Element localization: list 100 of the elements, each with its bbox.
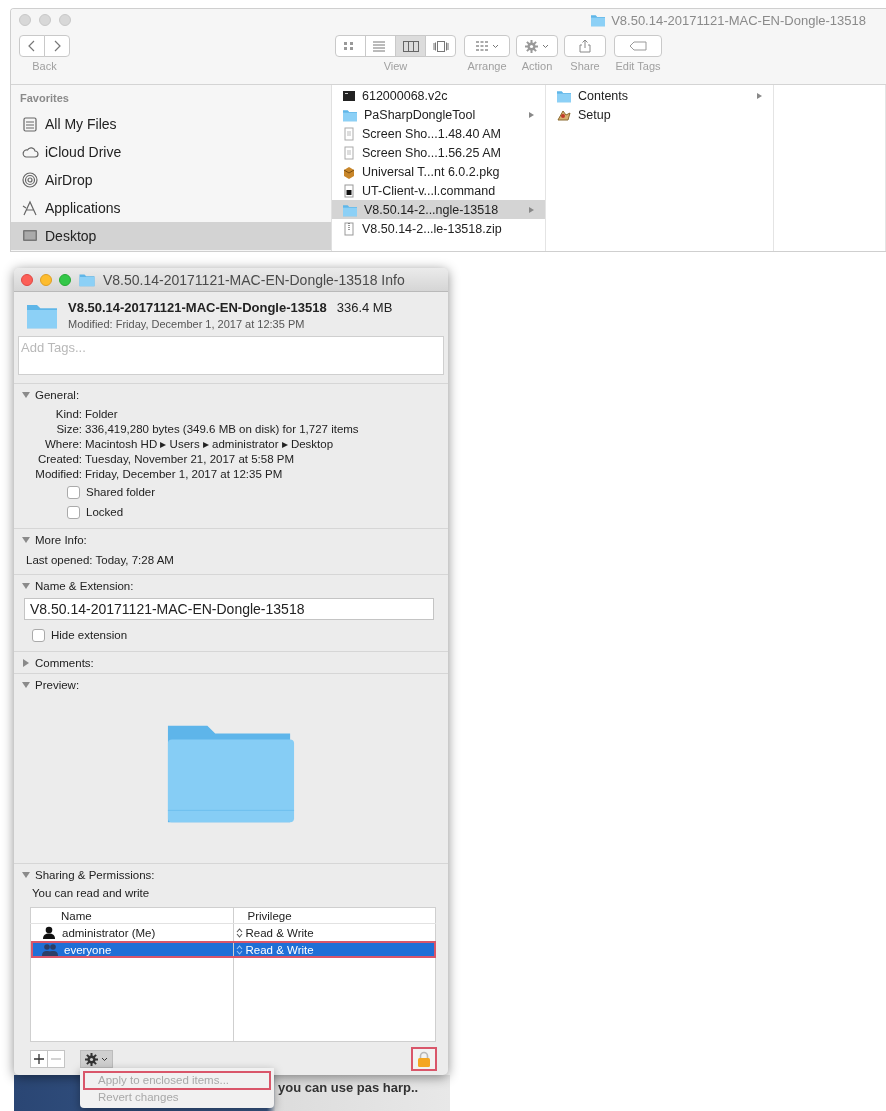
checkbox[interactable] — [32, 628, 45, 642]
permission-row[interactable]: administrator (Me) Read & Write — [30, 923, 436, 941]
file-row[interactable]: UT-Client-v...l.command — [332, 181, 545, 200]
grid-icon — [475, 41, 488, 51]
file-row[interactable]: 612000068.v2c — [332, 86, 545, 105]
share-icon — [579, 39, 591, 53]
folder-icon — [78, 272, 96, 287]
file-row[interactable]: V8.50.14-2...le-13518.zip — [332, 219, 545, 238]
file-row[interactable]: V8.50.14-2...ngle-13518 — [332, 200, 545, 219]
tags-field[interactable]: Add Tags... — [18, 336, 444, 375]
forward-button[interactable] — [44, 35, 70, 57]
section-title: Name & Extension: — [35, 579, 134, 592]
view-mode-button[interactable] — [335, 35, 366, 57]
gear-icon — [525, 39, 538, 53]
column-header: Privilege — [233, 907, 436, 924]
property-label: Created: — [36, 452, 82, 466]
toolbar-label: Back — [32, 60, 57, 72]
checkbox[interactable] — [67, 505, 80, 519]
toolbar-label: Edit Tags — [615, 60, 661, 72]
expanded-triangle-icon[interactable] — [22, 680, 30, 689]
property-label: Size: — [55, 422, 82, 436]
zoom-button[interactable] — [59, 14, 71, 26]
share-button[interactable] — [564, 35, 606, 57]
sidebar-item[interactable]: iCloud Drive — [11, 138, 331, 166]
back-button[interactable] — [19, 35, 45, 57]
section-title: Preview: — [35, 678, 80, 691]
minimize-button[interactable] — [39, 14, 51, 26]
image-file-icon — [342, 126, 356, 141]
gear-icon — [85, 1052, 98, 1066]
expanded-triangle-icon[interactable] — [22, 535, 30, 544]
file-row[interactable]: Universal T...nt 6.0.2.pkg — [332, 162, 545, 181]
up-down-arrows-icon — [235, 927, 243, 938]
chevron-left-icon — [28, 40, 36, 52]
collapsed-triangle-icon[interactable] — [22, 658, 30, 667]
disclosure-arrow-icon — [528, 205, 535, 214]
image-file-icon — [342, 145, 356, 160]
person-icon — [42, 926, 56, 939]
action-menu-button[interactable] — [80, 1050, 113, 1068]
view-mode-button[interactable] — [395, 35, 426, 57]
arrange-button[interactable] — [464, 35, 510, 57]
applications-icon — [21, 199, 39, 217]
caret-icon — [542, 43, 549, 49]
lock-icon — [417, 1051, 431, 1067]
background-text: you can use pas harp.. — [278, 1080, 419, 1095]
group-icon — [42, 943, 58, 956]
airdrop-icon — [21, 171, 39, 189]
zoom-button[interactable] — [59, 273, 71, 286]
expanded-triangle-icon[interactable] — [22, 581, 30, 590]
expanded-triangle-icon[interactable] — [22, 390, 30, 399]
toolbar-label: Action — [521, 60, 553, 72]
plus-icon — [34, 1054, 44, 1064]
name-field[interactable]: V8.50.14-20171121-MAC-EN-Dongle-13518 — [24, 598, 434, 620]
section-title: More Info: — [35, 533, 87, 546]
property-value: Folder — [85, 407, 119, 421]
lock-button[interactable] — [412, 1048, 436, 1070]
close-button[interactable] — [21, 273, 33, 286]
file-row[interactable]: Screen Sho...1.48.40 AM — [332, 124, 545, 143]
file-row[interactable]: PaSharpDongleTool — [332, 105, 545, 124]
minimize-button[interactable] — [40, 273, 52, 286]
folder-icon — [556, 88, 572, 103]
edit-tags-button[interactable] — [614, 35, 662, 57]
checkbox-label: Hide extension — [51, 629, 128, 641]
property-value: Macintosh HD ▸ Users ▸ administrator ▸ Desktop — [85, 437, 335, 451]
add-button[interactable] — [30, 1050, 48, 1068]
terminal-file-icon — [342, 183, 356, 198]
file-row[interactable]: Contents — [546, 86, 773, 105]
sidebar-item[interactable]: AirDrop — [11, 166, 331, 194]
document-icon — [342, 88, 356, 103]
file-row[interactable]: Setup — [546, 105, 773, 124]
view-mode-button[interactable] — [425, 35, 456, 57]
privilege-value: Read & Write — [245, 926, 314, 939]
user-name: administrator (Me) — [62, 926, 156, 939]
file-row[interactable]: Screen Sho...1.56.25 AM — [332, 143, 545, 162]
toolbar-label: Share — [570, 60, 600, 72]
expanded-triangle-icon[interactable] — [22, 870, 30, 879]
property-label: Where: — [43, 437, 82, 451]
modified-date: Modified: Friday, December 1, 2017 at 12:35 PM — [68, 318, 306, 330]
view-mode-button[interactable] — [365, 35, 396, 57]
cover-flow-icon — [432, 40, 449, 52]
caret-icon — [491, 43, 499, 49]
section-title: Comments: — [35, 656, 94, 669]
folder-icon — [590, 13, 607, 27]
caret-icon — [101, 1056, 108, 1062]
action-button[interactable] — [516, 35, 558, 57]
sidebar-item[interactable]: Desktop — [11, 222, 331, 250]
window-title: V8.50.14-20171121-MAC-EN-Dongle-13518 Info — [103, 271, 405, 288]
disclosure-arrow-icon — [756, 91, 763, 100]
close-button[interactable] — [19, 14, 31, 26]
user-name: everyone — [64, 943, 112, 956]
section-title: Sharing & Permissions: — [35, 868, 155, 881]
sidebar-heading: Favorites — [19, 92, 70, 106]
checkbox[interactable] — [67, 485, 80, 499]
sidebar-item[interactable]: Applications — [11, 194, 331, 222]
sidebar-item[interactable]: All My Files — [11, 110, 331, 138]
file-name: V8.50.14-20171121-MAC-EN-Dongle-13518 — [68, 300, 327, 315]
chevron-right-icon — [53, 40, 61, 52]
section-title: General: — [35, 388, 80, 401]
tag-icon — [629, 41, 647, 51]
window-title: V8.50.14-20171121-MAC-EN-Dongle-13518 — [611, 12, 866, 28]
toolbar-label: View — [383, 60, 408, 72]
